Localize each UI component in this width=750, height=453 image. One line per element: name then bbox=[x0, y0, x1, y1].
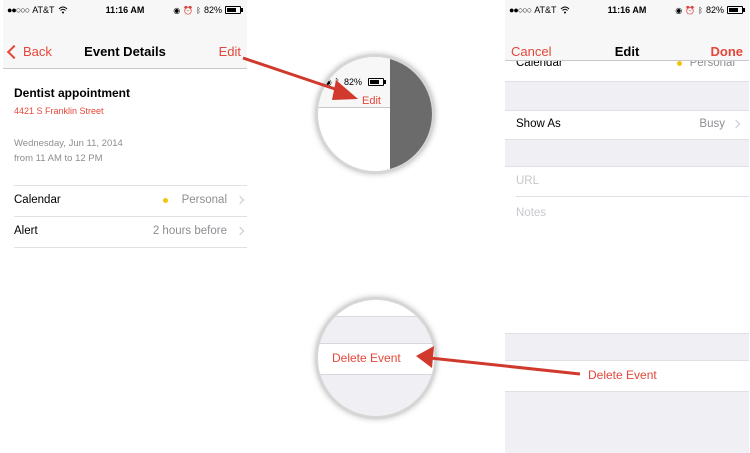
divider bbox=[505, 81, 749, 82]
calendar-color-dot bbox=[162, 197, 168, 203]
zoom-delete-label: Delete Event bbox=[332, 351, 401, 365]
event-title: Dentist appointment bbox=[14, 86, 130, 100]
battery-percent: 82% bbox=[705, 5, 724, 15]
zoom-edit-button[interactable]: Edit bbox=[362, 95, 381, 107]
chevron-right-icon bbox=[731, 119, 741, 129]
done-button[interactable]: Done bbox=[711, 44, 744, 59]
alarm-icon: ⏰ bbox=[685, 5, 696, 15]
divider bbox=[14, 247, 247, 248]
calendar-row[interactable]: Calendar Personal bbox=[505, 61, 749, 81]
bluetooth-icon: ᛒ bbox=[334, 77, 340, 87]
event-time: from 11 AM to 12 PM bbox=[14, 153, 103, 164]
lock-rotation-icon: ◉ bbox=[324, 77, 332, 87]
calendar-value: Personal bbox=[676, 61, 735, 69]
calendar-value-text: Personal bbox=[689, 61, 735, 69]
edit-button[interactable]: Edit bbox=[219, 44, 241, 59]
edit-event-screen: ●●○○○ AT&T 11:16 AM ◉ ⏰ ᛒ 82% Cancel Edi… bbox=[505, 0, 749, 453]
nav-title: Event Details bbox=[84, 44, 166, 59]
alert-value-text: 2 hours before bbox=[152, 225, 227, 237]
chevron-right-icon bbox=[235, 195, 245, 205]
battery-icon bbox=[368, 78, 386, 86]
lock-rotation-icon: ◉ bbox=[173, 5, 181, 15]
bluetooth-icon: ᛒ bbox=[196, 5, 201, 15]
calendar-color-dot bbox=[676, 61, 682, 66]
zoom-battery-percent: 82% bbox=[344, 77, 363, 87]
zoom-circle-delete: Delete Event bbox=[318, 300, 434, 416]
alert-label: Alert bbox=[14, 225, 38, 237]
calendar-value: Personal bbox=[162, 194, 245, 206]
show-as-row[interactable]: Show As Busy bbox=[505, 110, 749, 140]
status-bar: ●●○○○ AT&T 11:16 AM ◉ ⏰ ᛒ 82% bbox=[505, 0, 749, 20]
chevron-right-icon bbox=[235, 226, 245, 236]
zoom-status-icons: ◉ ᛒ bbox=[324, 77, 340, 88]
url-field[interactable]: URL bbox=[505, 166, 749, 197]
bluetooth-icon: ᛒ bbox=[698, 5, 703, 15]
show-as-label: Show As bbox=[516, 118, 561, 130]
status-right: ◉ ⏰ ᛒ 82% bbox=[675, 5, 745, 15]
zoom-dark-area bbox=[390, 57, 432, 171]
event-date: Wednesday, Jun 11, 2014 bbox=[14, 138, 123, 149]
show-as-value: Busy bbox=[699, 118, 741, 130]
battery-percent: 82% bbox=[203, 5, 222, 15]
calendar-value-text: Personal bbox=[181, 194, 227, 206]
zoom-navbar: ◉ ᛒ 82% Edit bbox=[318, 57, 390, 108]
calendar-row[interactable]: Calendar Personal bbox=[14, 186, 245, 214]
navigation-bar: Back Event Details Edit bbox=[3, 20, 247, 69]
event-details-screen: ●●○○○ AT&T 11:16 AM ◉ ⏰ ᛒ 82% Back Event… bbox=[3, 0, 247, 453]
event-location[interactable]: 4421 S Franklin Street bbox=[14, 106, 104, 116]
show-as-value-text: Busy bbox=[699, 118, 725, 130]
navigation-bar: Cancel Edit Done bbox=[505, 20, 749, 61]
notes-field[interactable]: Notes bbox=[505, 197, 749, 333]
zoom-delete-row[interactable]: Delete Event bbox=[318, 343, 434, 375]
status-bar: ●●○○○ AT&T 11:16 AM ◉ ⏰ ᛒ 82% bbox=[3, 0, 247, 20]
lock-rotation-icon: ◉ bbox=[675, 5, 683, 15]
battery-icon bbox=[225, 6, 243, 14]
calendar-label: Calendar bbox=[516, 61, 563, 69]
url-placeholder: URL bbox=[516, 175, 540, 187]
status-right: ◉ ⏰ ᛒ 82% bbox=[173, 5, 243, 15]
zoom-circle-edit: ◉ ᛒ 82% Edit bbox=[318, 57, 432, 171]
delete-event-button[interactable]: Delete Event bbox=[588, 368, 657, 382]
divider bbox=[505, 333, 749, 334]
alarm-icon: ⏰ bbox=[183, 5, 194, 15]
calendar-label: Calendar bbox=[14, 194, 61, 206]
alert-value: 2 hours before bbox=[152, 225, 245, 237]
alert-row[interactable]: Alert 2 hours before bbox=[14, 217, 245, 245]
zoom-top-row bbox=[318, 300, 434, 317]
battery-icon bbox=[727, 6, 745, 14]
notes-placeholder: Notes bbox=[516, 207, 547, 219]
